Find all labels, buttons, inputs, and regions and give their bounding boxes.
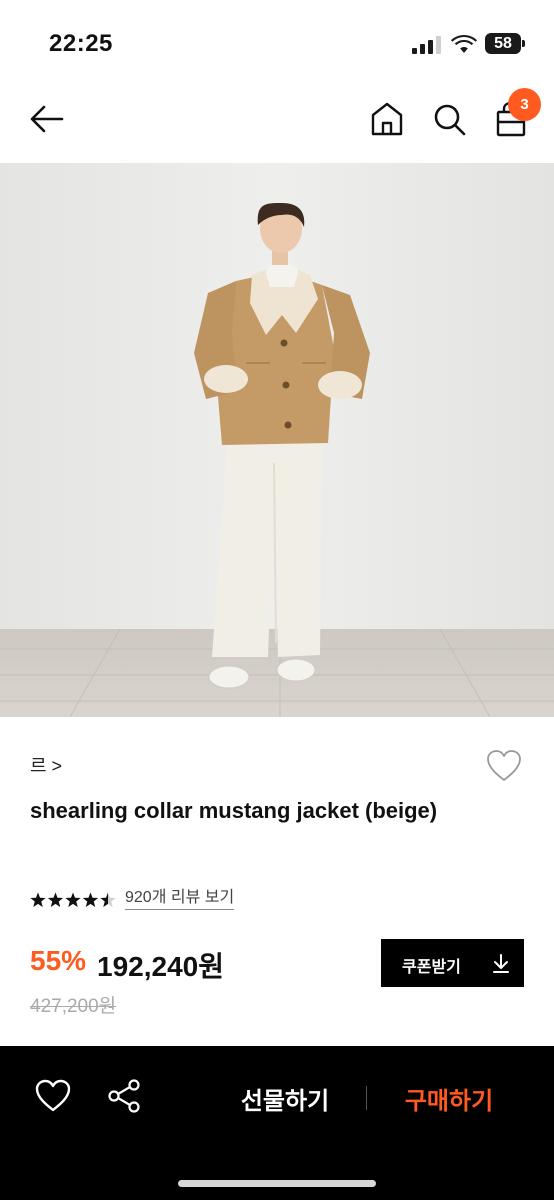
buy-button[interactable]: 구매하기: [390, 1081, 508, 1115]
brand-link[interactable]: 르 >: [30, 752, 62, 778]
home-indicator[interactable]: [178, 1180, 376, 1187]
cart-count-badge: 3: [508, 88, 541, 121]
jacket-photo-illustration: [0, 163, 554, 717]
discount-rate: 55%: [30, 945, 87, 976]
status-time: 22:25: [49, 30, 113, 57]
product-title: shearling collar mustang jacket (beige): [30, 798, 438, 823]
star-rating: [30, 892, 116, 907]
back-arrow-icon[interactable]: [26, 98, 68, 140]
signal-icon: [412, 36, 441, 54]
battery-icon: 58: [485, 33, 525, 54]
product-photo[interactable]: [0, 163, 554, 717]
star-filled: [30, 892, 46, 907]
battery-cap: [522, 40, 525, 47]
heart-icon[interactable]: [34, 1078, 72, 1114]
original-price: 427,200원: [30, 996, 117, 1017]
share-icon[interactable]: [106, 1077, 142, 1115]
download-icon: [493, 954, 509, 973]
bottom-divider: [366, 1086, 367, 1110]
star-filled: [47, 892, 64, 907]
sale-price: 192,240원: [97, 951, 224, 982]
heart-icon[interactable]: [485, 748, 523, 784]
home-icon[interactable]: [369, 100, 405, 138]
coupon-button[interactable]: 쿠폰받기: [381, 939, 524, 987]
coupon-label: 쿠폰받기: [402, 959, 461, 976]
top-navigation: [0, 80, 554, 162]
search-icon[interactable]: [431, 100, 467, 138]
battery-level: 58: [494, 35, 512, 52]
star-filled: [82, 892, 99, 907]
status-bar: 22:25 58: [0, 0, 554, 80]
gift-button[interactable]: 선물하기: [226, 1081, 344, 1115]
bottom-action-bar: 선물하기 구매하기: [0, 1046, 554, 1200]
star-filled: [65, 892, 81, 907]
wifi-icon: [451, 35, 477, 53]
review-link[interactable]: 920개 리뷰 보기: [125, 888, 235, 910]
